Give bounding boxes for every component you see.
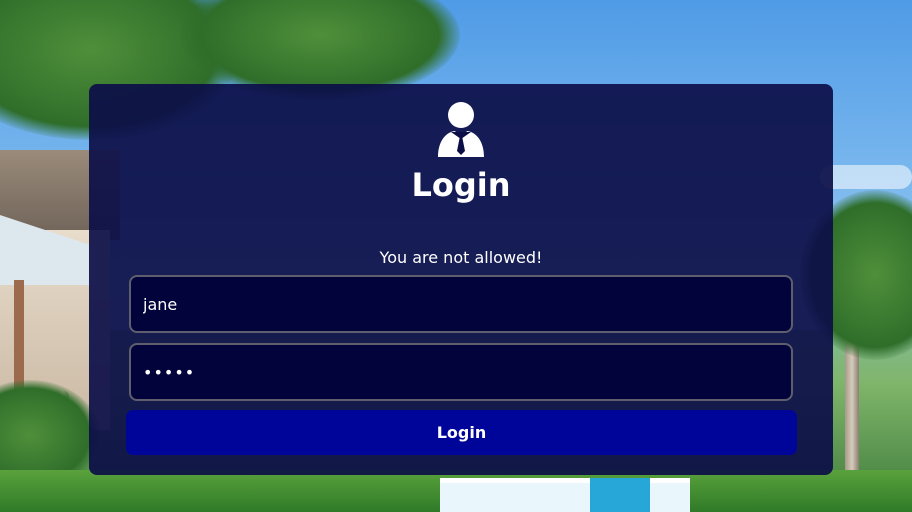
username-input[interactable] xyxy=(129,275,793,333)
login-button[interactable]: Login xyxy=(126,410,797,455)
login-title: Login xyxy=(411,166,511,204)
user-businessman-icon xyxy=(438,102,484,157)
background-bridge xyxy=(440,478,690,512)
error-message: You are not allowed! xyxy=(379,248,543,267)
background-water xyxy=(590,478,650,512)
password-input[interactable] xyxy=(129,343,793,401)
